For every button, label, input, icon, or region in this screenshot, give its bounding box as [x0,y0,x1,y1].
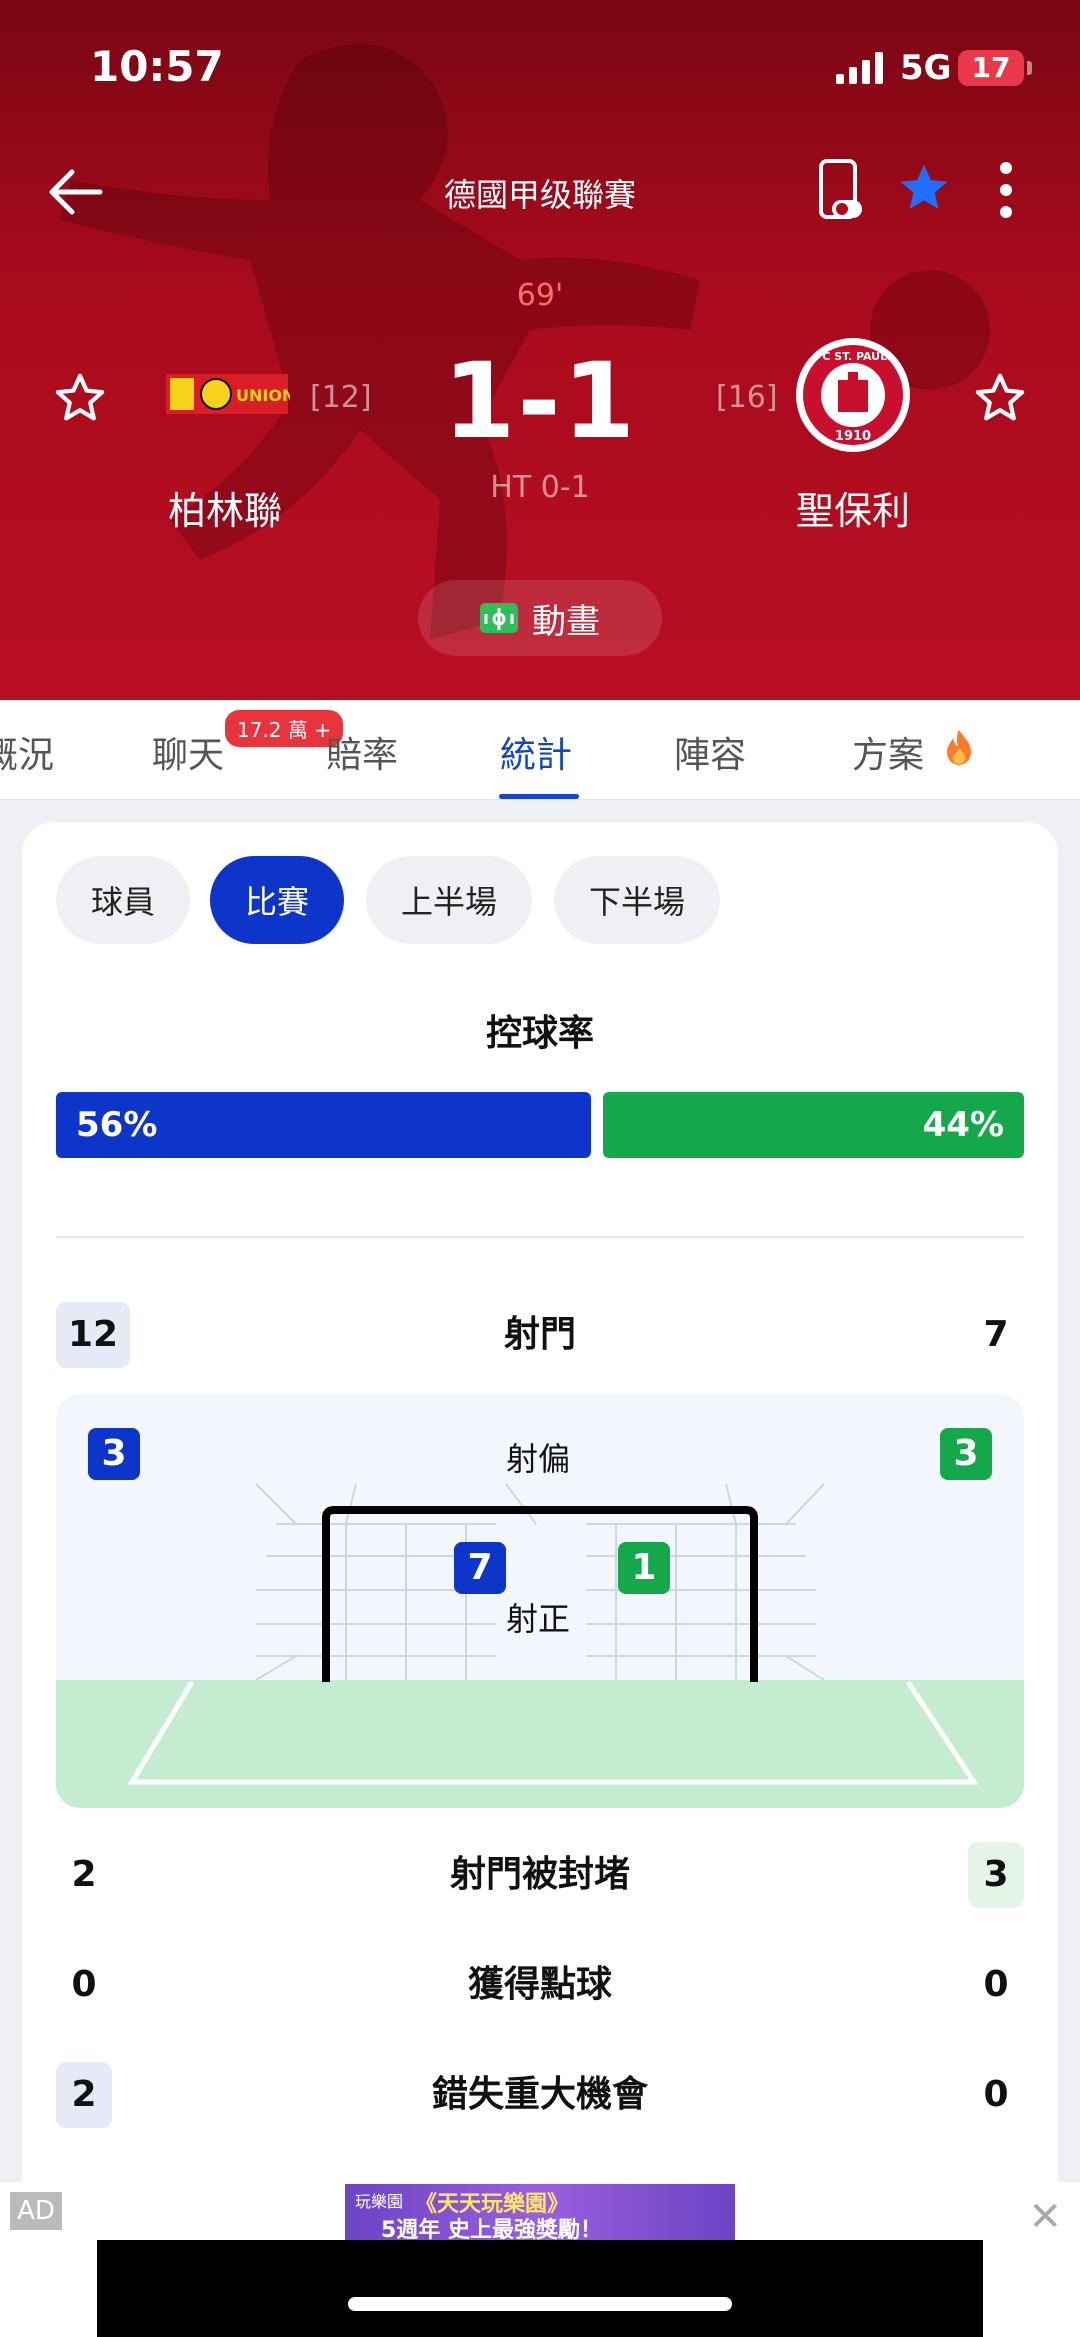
network-type: 5G [900,48,952,88]
more-options-icon[interactable] [994,158,1018,222]
away-team-logo[interactable]: FC ST. PAULI 1910 [794,336,912,454]
animation-label: 動畫 [532,601,600,642]
home-rank: [12] [310,380,372,415]
away-rank: [16] [716,380,778,415]
away-logo-text-bottom: 1910 [835,429,871,444]
tab-lineup[interactable]: 陣容 [674,726,746,778]
match-page: 10:57 5G 17 德國甲级聯賽 69' 1-1 HT 0-1 UNION … [0,0,1080,2337]
off-target-away: 3 [940,1428,992,1480]
home-logo-text: UNION [236,386,290,405]
away-favorite-star-icon[interactable] [972,370,1028,426]
chip-first-half[interactable]: 上半場 [366,856,532,944]
halftime-score: HT 0-1 [490,470,590,505]
big-chances-away: 0 [983,2074,1009,2115]
big-chances-label: 錯失重大機會 [431,2074,648,2115]
favorite-star-filled-icon[interactable] [896,160,952,216]
tab-bar: 概況 聊天 17.2 萬 + 賠率 統計 陣容 方案 [0,700,1080,800]
on-target-away: 1 [618,1542,670,1594]
ad-banner-area: AD 玩樂園 《天天玩樂園》 5週年 史上最強獎勵！ ✕ [0,2182,1080,2337]
tab-plans[interactable]: 方案 [852,726,924,778]
stat-row-big-chances: 2 錯失重大機會 0 [56,2062,1024,2128]
close-icon[interactable]: ✕ [1028,2194,1062,2240]
chip-players[interactable]: 球員 [56,856,190,944]
status-time: 10:57 [90,42,224,91]
match-score: 1-1 [443,340,637,462]
divider [56,1236,1024,1238]
shot-map: 3 射偏 3 7 1 射正 [56,1394,1024,1808]
off-target-label: 射偏 [506,1440,571,1478]
ad-brand: 玩樂園 [355,2192,404,2211]
blocked-label: 射門被封堵 [449,1854,630,1895]
penalties-label: 獲得點球 [467,1964,612,2005]
away-team-name[interactable]: 聖保利 [796,480,910,535]
ad-tag: AD [10,2192,62,2230]
on-target-label: 射正 [506,1600,571,1638]
penalties-away: 0 [983,1964,1009,2005]
active-tab-indicator [499,794,579,799]
stats-card: 球員 比賽 上半場 下半場 控球率 56% 44% 12 射門 7 3 射偏 3… [22,822,1058,2322]
possession-away-bar: 44% [603,1092,1024,1158]
tab-chat[interactable]: 聊天 [152,726,224,778]
tab-stats[interactable]: 統計 [500,726,572,778]
ad-banner[interactable]: 玩樂園 《天天玩樂園》 5週年 史上最強獎勵！ [345,2184,735,2243]
tab-overview[interactable]: 概況 [0,726,54,778]
stat-row-blocked: 2 射門被封堵 3 [56,1842,1024,1908]
off-target-home: 3 [88,1428,140,1480]
stat-row-penalties: 0 獲得點球 0 [56,1952,1024,2018]
match-minute: 69' [516,278,564,313]
home-team-logo[interactable]: UNION [164,368,290,422]
shots-away: 7 [983,1314,1009,1355]
fire-icon [947,730,971,765]
home-favorite-star-icon[interactable] [52,370,108,426]
tab-odds[interactable]: 賠率 [326,726,398,778]
away-logo-text-top: FC ST. PAULI [815,350,891,363]
home-team-name[interactable]: 柏林聯 [168,480,282,535]
match-header: 10:57 5G 17 德國甲级聯賽 69' 1-1 HT 0-1 UNION … [0,0,1080,700]
possession-away-value: 44% [922,1105,1004,1145]
battery-icon: 17 [958,50,1032,86]
top-bar: 德國甲级聯賽 [0,150,1080,230]
status-bar: 10:57 5G 17 [0,40,1080,100]
possession-title: 控球率 [485,1013,594,1054]
phone-toggle-icon[interactable] [818,158,864,222]
home-indicator[interactable] [348,2297,732,2311]
possession-home-bar: 56% [56,1092,591,1158]
ad-video[interactable] [97,2240,983,2337]
chip-second-half[interactable]: 下半場 [554,856,720,944]
animation-button[interactable]: 動畫 [418,580,662,656]
blocked-away: 3 [968,1842,1024,1908]
signal-icon [836,52,883,84]
pitch-animation-icon [480,603,518,633]
chip-match[interactable]: 比賽 [210,856,344,944]
stat-row-shots: 12 射門 7 [56,1302,1024,1368]
possession-home-value: 56% [76,1105,158,1145]
shots-label: 射門 [503,1314,576,1355]
on-target-home: 7 [454,1542,506,1594]
